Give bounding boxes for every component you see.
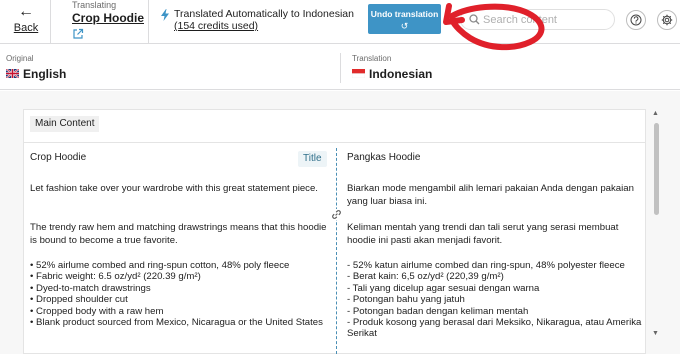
breadcrumb-title-link[interactable]: Crop Hoodie bbox=[72, 11, 144, 25]
list-item: - Tali yang dicelup agar sesuai dengan w… bbox=[347, 282, 540, 294]
undo-translation-label: Undo translation bbox=[370, 9, 439, 19]
undo-translation-button[interactable]: Undo translation ↺ bbox=[368, 4, 441, 34]
list-item: • Cropped body with a raw hem bbox=[30, 305, 164, 317]
back-button[interactable]: ← Back bbox=[6, 4, 46, 40]
list-item: - Potongan bahu yang jatuh bbox=[347, 294, 465, 306]
help-icon bbox=[630, 14, 642, 26]
external-link-icon[interactable] bbox=[72, 28, 84, 40]
list-item: - Berat kain: 6,5 oz/yd² (220,39 g/m²) bbox=[347, 271, 504, 283]
list-item: • Fabric weight: 6.5 oz/yd² (220.39 g/m²… bbox=[30, 271, 201, 283]
scroll-up-icon[interactable]: ▲ bbox=[652, 110, 659, 117]
breadcrumb: Translating Crop Hoodie bbox=[72, 0, 144, 39]
gear-icon bbox=[661, 14, 673, 26]
translation-language: Translation Indonesian bbox=[352, 45, 672, 90]
undo-icon: ↺ bbox=[400, 21, 409, 31]
translation-paragraph[interactable]: Keliman mentah yang trendi dan tali seru… bbox=[347, 221, 647, 247]
scroll-down-icon[interactable]: ▼ bbox=[652, 330, 659, 337]
translation-intro[interactable]: Biarkan mode mengambil alih lemari pakai… bbox=[347, 182, 647, 208]
divider bbox=[50, 0, 51, 44]
list-item: • Dropped shoulder cut bbox=[30, 294, 128, 306]
list-item: • 52% airlume combed and ring-spun cotto… bbox=[30, 260, 290, 271]
original-intro: Let fashion take over your wardrobe with… bbox=[30, 183, 318, 194]
list-item: - Potongan badan dengan keliman mentah bbox=[347, 305, 529, 317]
list-item: - Produk kosong yang berasal dari Meksik… bbox=[347, 317, 642, 329]
original-bullet-list: • 52% airlume combed and ring-spun cotto… bbox=[30, 260, 323, 328]
arrow-left-icon: ← bbox=[18, 3, 34, 20]
search-icon bbox=[469, 14, 480, 25]
credits-used-link[interactable]: (154 credits used) bbox=[174, 20, 258, 32]
section-label: Main Content bbox=[30, 116, 100, 132]
language-row: Original English Translation Indonesian bbox=[0, 45, 680, 90]
divider bbox=[148, 0, 149, 44]
list-item: • Blank product sourced from Mexico, Nic… bbox=[30, 317, 323, 329]
translation-title[interactable]: Pangkas Hoodie bbox=[347, 152, 420, 163]
title-badge: Title bbox=[298, 151, 327, 167]
translation-caption: Translation bbox=[352, 54, 392, 63]
column-divider bbox=[336, 148, 337, 354]
back-label: Back bbox=[13, 22, 39, 34]
uk-flag-icon bbox=[6, 69, 19, 78]
lightning-icon bbox=[161, 9, 169, 21]
original-paragraph: The trendy raw hem and matching drawstri… bbox=[30, 222, 327, 246]
search-input[interactable] bbox=[483, 12, 608, 27]
original-language: Original English bbox=[6, 45, 336, 90]
status-text: Translated Automatically to Indonesian bbox=[174, 8, 354, 20]
list-item: - 52% katun airlume combed dan ring-spun… bbox=[347, 260, 625, 271]
divider bbox=[23, 142, 646, 143]
breadcrumb-caption: Translating bbox=[72, 0, 117, 10]
scrollbar-thumb[interactable] bbox=[654, 123, 659, 215]
original-caption: Original bbox=[6, 54, 34, 63]
translation-language-name: Indonesian bbox=[369, 67, 433, 81]
link-icon[interactable] bbox=[331, 209, 342, 220]
list-item: • Dyed-to-match drawstrings bbox=[30, 282, 151, 294]
list-item: Serikat bbox=[347, 328, 377, 340]
original-title: Crop Hoodie bbox=[30, 152, 87, 163]
indonesia-flag-icon bbox=[352, 69, 365, 78]
settings-button[interactable] bbox=[657, 10, 677, 30]
original-language-name: English bbox=[23, 67, 67, 81]
divider bbox=[340, 53, 341, 83]
help-button[interactable] bbox=[626, 10, 646, 30]
search-box bbox=[460, 9, 615, 30]
translation-bullet-list[interactable]: - 52% katun airlume combed dan ring-spun… bbox=[347, 260, 641, 340]
top-bar: ← Back Translating Crop Hoodie Translate… bbox=[0, 0, 680, 44]
